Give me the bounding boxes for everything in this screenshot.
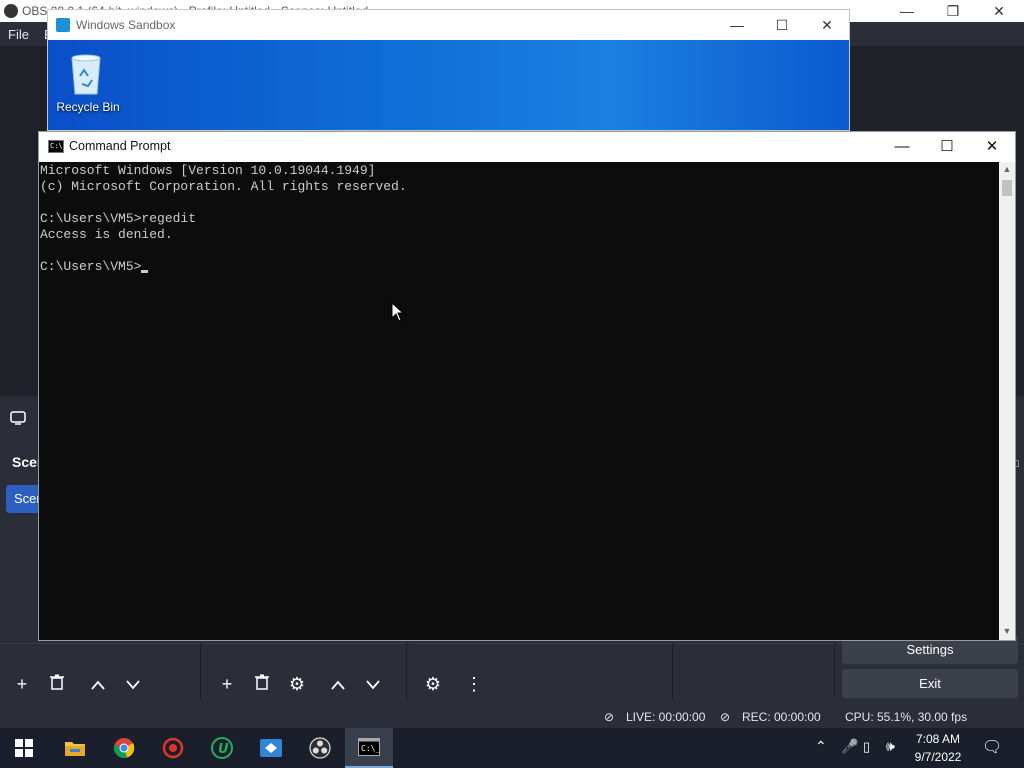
sandbox-title: Windows Sandbox [76, 18, 176, 32]
dock-separator [672, 643, 673, 699]
taskbar-windows-sandbox[interactable] [247, 728, 295, 768]
console-line: C:\Users\VM5>regedit [40, 211, 197, 226]
sandbox-window-icon [56, 18, 70, 32]
command-prompt-window: C:\_ Command Prompt — ☐ ✕ Microsoft Wind… [38, 131, 1016, 641]
windows-taskbar: U C:\_ ⌃ 🎤 ▯ 🕪 7:08 AM 9/7/2022 🗨 [0, 728, 1024, 768]
move-scene-up-button[interactable] [83, 669, 113, 699]
obs-logo-icon [4, 4, 18, 18]
taskbar-command-prompt[interactable]: C:\_ [345, 728, 393, 768]
cpu-status: CPU: 55.1%, 30.00 fps [845, 710, 968, 724]
start-button[interactable] [0, 728, 48, 768]
obs-close-button[interactable]: ✕ [976, 0, 1022, 22]
text-cursor [141, 270, 149, 273]
scroll-up-arrow-icon[interactable]: ▲ [999, 164, 1015, 174]
move-source-up-button[interactable] [323, 669, 353, 699]
chrome-icon [114, 738, 135, 758]
cmd-console-output[interactable]: Microsoft Windows [Version 10.0.19044.19… [39, 162, 999, 640]
mixer-toolbar [410, 643, 672, 699]
taskbar-red-app[interactable] [149, 728, 197, 768]
windows-start-icon [15, 739, 33, 757]
clock-date[interactable]: 9/7/2022 [900, 750, 976, 764]
taskbar-green-u-app[interactable]: U [198, 728, 246, 768]
exit-button[interactable]: Exit [842, 669, 1018, 698]
svg-text:C:\_: C:\_ [361, 744, 380, 753]
cmd-minimize-button[interactable]: — [879, 132, 925, 162]
move-source-down-button[interactable] [358, 669, 388, 699]
rec-icon: ⊘ [720, 710, 731, 724]
volume-icon[interactable]: 🕪 [886, 738, 895, 755]
live-signal-icon: ⊘ [604, 710, 615, 724]
menu-file[interactable]: File [8, 27, 29, 42]
dock-separator [200, 643, 201, 699]
cmd-maximize-button[interactable]: ☐ [924, 132, 970, 162]
source-properties-gear-icon[interactable]: ⚙ [282, 669, 312, 699]
scrollbar-thumb[interactable] [1002, 180, 1012, 196]
mouse-pointer-icon [391, 301, 405, 322]
cmd-icon: C:\_ [358, 738, 380, 756]
clock-time[interactable]: 7:08 AM [900, 732, 976, 746]
move-scene-down-button[interactable] [118, 669, 148, 699]
console-prompt-line: C:\Users\VM5> [40, 259, 999, 275]
network-icon[interactable]: ▯ [863, 739, 870, 755]
taskbar-chrome[interactable] [100, 728, 148, 768]
console-line: Access is denied. [40, 227, 173, 242]
add-source-button[interactable]: + [212, 669, 242, 699]
transitions-dock [676, 643, 834, 699]
preview-toggle-icon[interactable] [6, 408, 30, 432]
sandbox-icon [260, 739, 282, 757]
audio-mixer-gear-icon[interactable]: ⚙ [418, 669, 448, 699]
scroll-down-arrow-icon[interactable]: ▼ [999, 626, 1015, 636]
red-app-icon [162, 737, 184, 759]
console-line: (c) Microsoft Corporation. All rights re… [40, 179, 407, 194]
recycle-bin-label: Recycle Bin [56, 100, 120, 114]
dock-separator [834, 643, 835, 699]
obs-restore-button[interactable]: ❐ [930, 0, 976, 22]
rec-status: REC: 00:00:00 [742, 710, 821, 724]
sandbox-minimize-button[interactable]: — [714, 14, 760, 36]
sandbox-maximize-button[interactable]: ☐ [759, 14, 805, 36]
green-u-app-icon: U [211, 737, 233, 759]
add-scene-button[interactable]: + [7, 669, 37, 699]
console-prompt: C:\Users\VM5> [40, 259, 142, 274]
svg-text:U: U [218, 742, 229, 757]
taskbar-obs[interactable] [296, 728, 344, 768]
taskbar-file-explorer[interactable] [51, 728, 99, 768]
live-status: LIVE: 00:00:00 [626, 710, 706, 724]
cmd-titlebar[interactable]: C:\_ Command Prompt — ☐ ✕ [39, 132, 1015, 162]
obs-minimize-button[interactable]: — [884, 0, 930, 22]
dock-separator [406, 643, 407, 699]
obs-statusbar: ⊘ LIVE: 00:00:00 ⊘ REC: 00:00:00 CPU: 55… [0, 704, 1024, 728]
sandbox-titlebar: Windows Sandbox — ☐ ✕ [48, 10, 849, 40]
cmd-window-icon: C:\_ [48, 140, 67, 153]
recycle-bin-icon[interactable] [66, 52, 106, 96]
scenes-dock-header: Scenes [0, 446, 40, 476]
audio-mixer-menu-icon[interactable]: ⋮ [459, 669, 489, 699]
show-hidden-icons-chevron-icon[interactable]: ⌃ [815, 738, 827, 755]
cmd-title: Command Prompt [69, 139, 171, 153]
console-line: Microsoft Windows [Version 10.0.19044.19… [40, 163, 376, 178]
remove-scene-button[interactable] [42, 669, 72, 699]
obs-icon [309, 737, 331, 759]
cmd-close-button[interactable]: ✕ [969, 132, 1015, 162]
sandbox-close-button[interactable]: ✕ [804, 14, 850, 36]
sandbox-desktop: Recycle Bin [48, 40, 849, 130]
windows-sandbox-window: Windows Sandbox — ☐ ✕ Recycle Bin [47, 9, 850, 131]
microphone-icon[interactable]: 🎤 [841, 738, 858, 755]
file-explorer-icon [65, 742, 85, 756]
notifications-icon[interactable]: 🗨 [982, 737, 1002, 757]
cmd-scrollbar[interactable]: ▲ ▼ [999, 162, 1015, 640]
remove-source-button[interactable] [247, 669, 277, 699]
